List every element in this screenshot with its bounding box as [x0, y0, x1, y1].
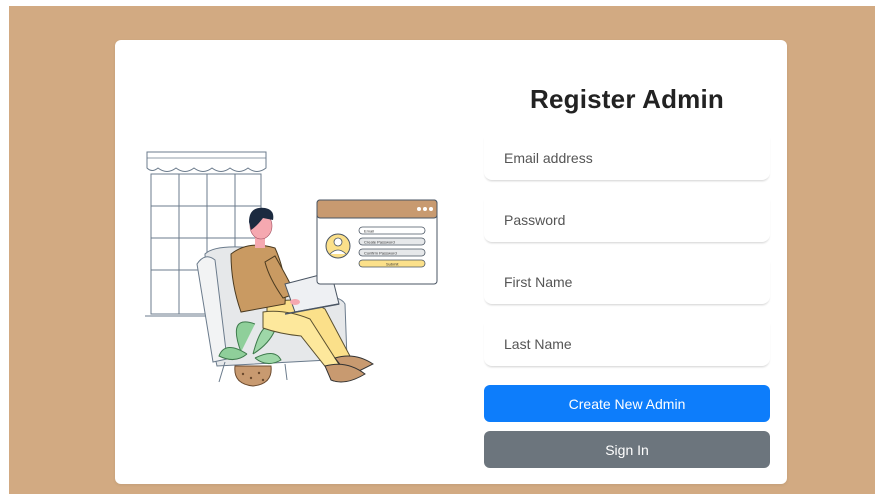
window-label-confirm-password: Confirm Password — [364, 251, 397, 256]
email-input[interactable] — [502, 149, 770, 167]
window-label-submit: Submit — [386, 262, 399, 267]
sign-in-button[interactable]: Sign In — [484, 431, 770, 468]
first-name-input[interactable] — [502, 273, 770, 291]
last-name-input[interactable] — [502, 335, 770, 353]
password-input[interactable] — [502, 211, 770, 229]
email-field[interactable] — [484, 136, 770, 180]
register-form: Register Admin Create New Admin Sign In — [484, 40, 770, 484]
register-illustration: Email Create Password Confirm Password S… — [145, 151, 438, 387]
window-valance-icon — [146, 151, 267, 172]
last-name-field[interactable] — [484, 322, 770, 366]
page-title: Register Admin — [530, 84, 724, 114]
register-card: Email Create Password Confirm Password S… — [115, 40, 787, 484]
window-label-email: Email — [364, 229, 374, 234]
password-field[interactable] — [484, 198, 770, 242]
window-label-create-password: Create Password — [364, 240, 395, 245]
login-window-illustration: Email Create Password Confirm Password S… — [316, 199, 438, 285]
page-background: Email Create Password Confirm Password S… — [9, 6, 875, 494]
first-name-field[interactable] — [484, 260, 770, 304]
create-new-admin-button[interactable]: Create New Admin — [484, 385, 770, 422]
